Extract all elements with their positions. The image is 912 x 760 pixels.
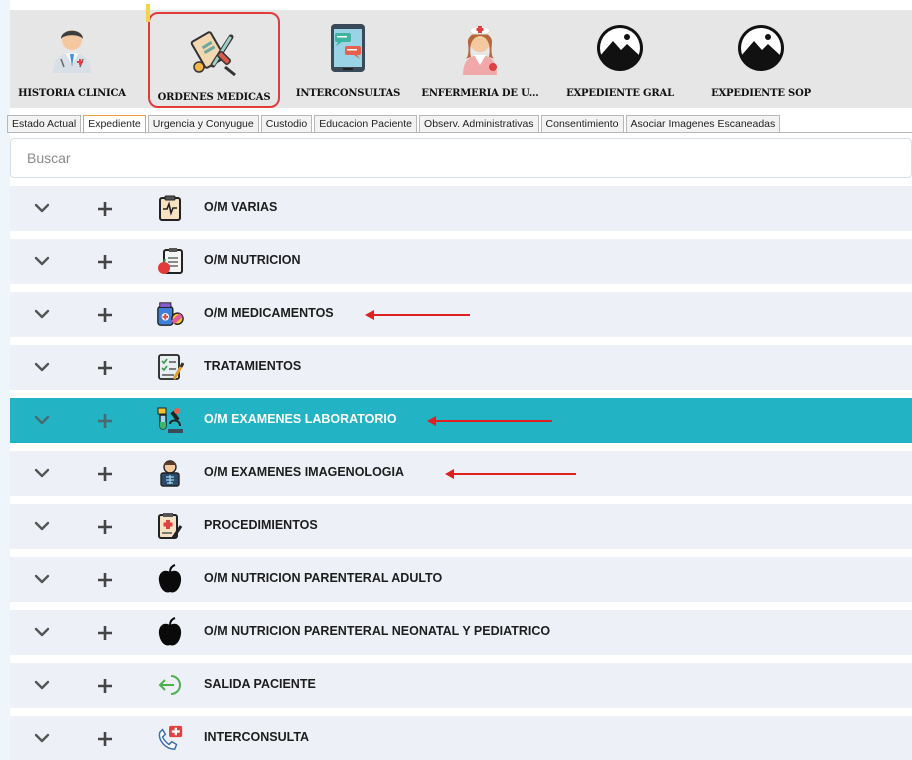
accordion-row-label: O/M EXAMENES IMAGENOLOGIA [204,465,405,479]
toolbar-label: EXPEDIENTE SOP [711,88,811,99]
tab-educacion-paciente[interactable]: Educacion Paciente [314,115,418,133]
phone-medical-icon [156,724,184,752]
annotation-arrow [445,469,576,479]
tab-asociar-imagenes[interactable]: Asociar Imagenes Escaneadas [625,115,781,133]
accordion-row-label: TRATAMIENTOS [204,359,302,373]
accordion-row-om-varias[interactable]: O/M VARIAS [10,186,912,231]
toolbar-item-expediente-gral[interactable]: EXPEDIENTE GRAL [552,10,688,108]
toolbar-label: ENFERMERIA DE U... [421,88,539,99]
tablet-chat-icon [320,20,376,76]
chevron-down-icon[interactable] [32,516,52,536]
apple-icon [156,617,184,646]
toolbar-item-enfermeria[interactable]: ENFERMERIA DE U... [414,10,546,108]
treatment-chart-icon [156,353,184,381]
plus-icon[interactable] [97,360,113,376]
accordion-row-interconsulta[interactable]: INTERCONSULTA [10,716,912,760]
search-input[interactable] [11,139,911,177]
accordion-row-om-medicamentos[interactable]: O/M MEDICAMENTOS [10,292,912,337]
plus-icon[interactable] [97,307,113,323]
apple-icon [156,564,184,593]
chevron-down-icon[interactable] [32,198,52,218]
chevron-down-icon[interactable] [32,357,52,377]
tab-divider [7,132,912,133]
annotation-arrow [365,310,470,320]
chevron-down-icon[interactable] [32,569,52,589]
annotation-arrow [427,416,552,426]
nutrition-clipboard-icon [156,247,184,275]
accordion-row-procedimientos[interactable]: PROCEDIMIENTOS [10,504,912,549]
accordion-row-label: SALIDA PACIENTE [204,677,316,691]
clipboard-pulse-icon [156,194,184,222]
accordion-row-tratamientos[interactable]: TRATAMIENTOS [10,345,912,390]
toolbar-item-interconsultas[interactable]: INTERCONSULTAS [288,10,408,108]
toolbar-label: INTERCONSULTAS [295,88,401,99]
toolbar-item-ordenes-medicas[interactable]: ORDENES MEDICAS [146,4,280,108]
medical-tools-icon [186,24,242,80]
toolbar-label: HISTORIA CLINICA [18,88,126,99]
accordion-row-salida-paciente[interactable]: SALIDA PACIENTE [10,663,912,708]
accordion-row-label: INTERCONSULTA [204,730,310,744]
left-margin-band [0,0,10,760]
toolbar-item-historia-clinica[interactable]: HISTORIA CLINICA [10,10,134,108]
accordion-row-label: O/M VARIAS [204,200,278,214]
search-box [10,138,912,178]
chevron-down-icon[interactable] [32,463,52,483]
accordion-row-om-examenes-imagenologia[interactable]: O/M EXAMENES IMAGENOLOGIA [10,451,912,496]
mountain-image-icon [733,20,789,76]
accordion-row-label: O/M EXAMENES LABORATORIO [204,412,397,426]
nurse-icon [452,20,508,76]
tab-consentimiento[interactable]: Consentimiento [540,115,624,133]
exit-arrow-icon [156,671,184,699]
accordion-row-label: O/M NUTRICION PARENTERAL ADULTO [204,571,443,585]
accordion-row-label: O/M NUTRICION [204,253,301,267]
plus-icon[interactable] [97,731,113,747]
accordion-row-om-nutricion[interactable]: O/M NUTRICION [10,239,912,284]
tab-urgencia-conyugue[interactable]: Urgencia y Conyugue [147,115,259,133]
plus-icon[interactable] [97,201,113,217]
toolbar-label: ORDENES MEDICAS [157,92,271,103]
toolbar-label: EXPEDIENTE GRAL [566,88,674,99]
plus-icon[interactable] [97,254,113,270]
module-toolbar: HISTORIA CLINICA ORDENES MEDICAS INTERCO… [10,4,912,108]
chevron-down-icon[interactable] [32,675,52,695]
accordion-row-om-examenes-laboratorio[interactable]: O/M EXAMENES LABORATORIO [10,398,912,443]
tab-estado-actual[interactable]: Estado Actual [7,115,82,133]
chevron-down-icon[interactable] [32,251,52,271]
accordion-row-label: O/M NUTRICION PARENTERAL NEONATAL Y PEDI… [204,624,551,638]
chevron-down-icon[interactable] [32,410,52,430]
plus-icon[interactable] [97,519,113,535]
chevron-down-icon[interactable] [32,304,52,324]
toolbar-item-expediente-sop[interactable]: EXPEDIENTE SOP [692,10,830,108]
plus-icon[interactable] [97,466,113,482]
doctor-icon [44,20,100,76]
accordion-row-label: O/M MEDICAMENTOS [204,306,334,320]
plus-icon[interactable] [97,413,113,429]
accordion-row-om-nutricion-parenteral-adulto[interactable]: O/M NUTRICION PARENTERAL ADULTO [10,557,912,602]
orders-accordion: O/M VARIAS O/M NUTRICION O/M MEDICAMENTO… [10,186,912,760]
xray-doctor-icon [156,459,184,487]
record-tabs: Estado Actual Expediente Urgencia y Cony… [7,115,782,134]
plus-icon[interactable] [97,625,113,641]
chevron-down-icon[interactable] [32,728,52,748]
tab-observ-administrativas[interactable]: Observ. Administrativas [419,115,539,133]
plus-icon[interactable] [97,678,113,694]
accordion-row-label: PROCEDIMIENTOS [204,518,318,532]
medicine-pills-icon [156,300,184,328]
mountain-image-icon [592,20,648,76]
chevron-down-icon[interactable] [32,622,52,642]
tab-custodio[interactable]: Custodio [260,115,313,133]
procedure-clipboard-icon [156,512,184,540]
plus-icon[interactable] [97,572,113,588]
accordion-row-om-nutricion-parenteral-neonatal[interactable]: O/M NUTRICION PARENTERAL NEONATAL Y PEDI… [10,610,912,655]
microscope-icon [156,406,184,434]
